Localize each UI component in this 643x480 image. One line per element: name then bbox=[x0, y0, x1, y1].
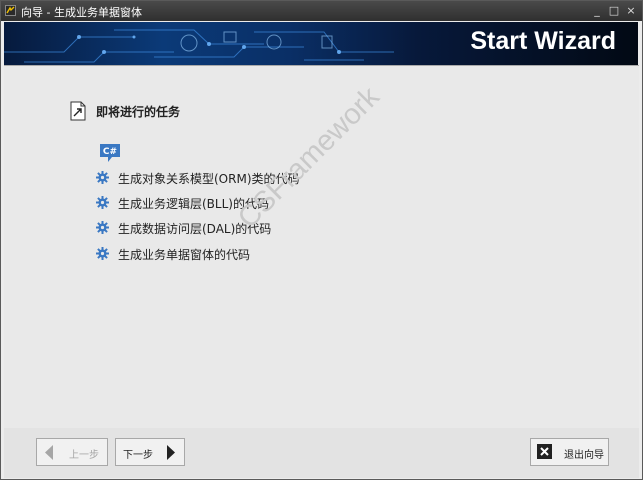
task-heading: 即将进行的任务 bbox=[96, 105, 181, 119]
gear-icon bbox=[96, 247, 109, 260]
title-bar: 向导 - 生成业务单据窗体 _ □ × bbox=[1, 1, 642, 21]
app-icon bbox=[5, 5, 16, 16]
window-title: 向导 - 生成业务单据窗体 bbox=[21, 6, 142, 19]
close-icon bbox=[537, 444, 552, 459]
content-area: 即将进行的任务 C# 生成对象关系模型(ORM)类的代码 生成业务逻辑层(BLL… bbox=[4, 65, 639, 429]
wizard-banner: Start Wizard bbox=[4, 22, 638, 65]
csharp-badge-text: C# bbox=[103, 147, 117, 157]
footer-bar: 上一步 下一步 退出向导 bbox=[4, 428, 639, 478]
gear-icon bbox=[96, 221, 109, 234]
exit-wizard-button[interactable]: 退出向导 bbox=[530, 438, 609, 466]
banner-title: Start Wizard bbox=[470, 27, 616, 55]
wizard-window: 向导 - 生成业务单据窗体 _ □ × Start Wizard 即将进行的任务… bbox=[0, 0, 643, 480]
minimize-button[interactable]: _ bbox=[591, 4, 603, 17]
prev-button[interactable]: 上一步 bbox=[36, 438, 108, 466]
task-list-icon bbox=[70, 101, 86, 121]
gear-icon bbox=[96, 171, 109, 184]
arrow-right-icon bbox=[167, 445, 175, 460]
exit-label: 退出向导 bbox=[564, 450, 604, 461]
gear-icon bbox=[96, 196, 109, 209]
next-button[interactable]: 下一步 bbox=[115, 438, 185, 466]
watermark: CSFramework bbox=[232, 80, 386, 235]
csharp-icon: C# bbox=[100, 144, 120, 162]
maximize-button[interactable]: □ bbox=[608, 4, 620, 17]
prev-label: 上一步 bbox=[69, 450, 99, 461]
arrow-left-icon bbox=[45, 445, 53, 460]
close-button[interactable]: × bbox=[625, 4, 637, 17]
next-label: 下一步 bbox=[123, 450, 153, 461]
task-label: 生成业务单据窗体的代码 bbox=[118, 248, 251, 262]
